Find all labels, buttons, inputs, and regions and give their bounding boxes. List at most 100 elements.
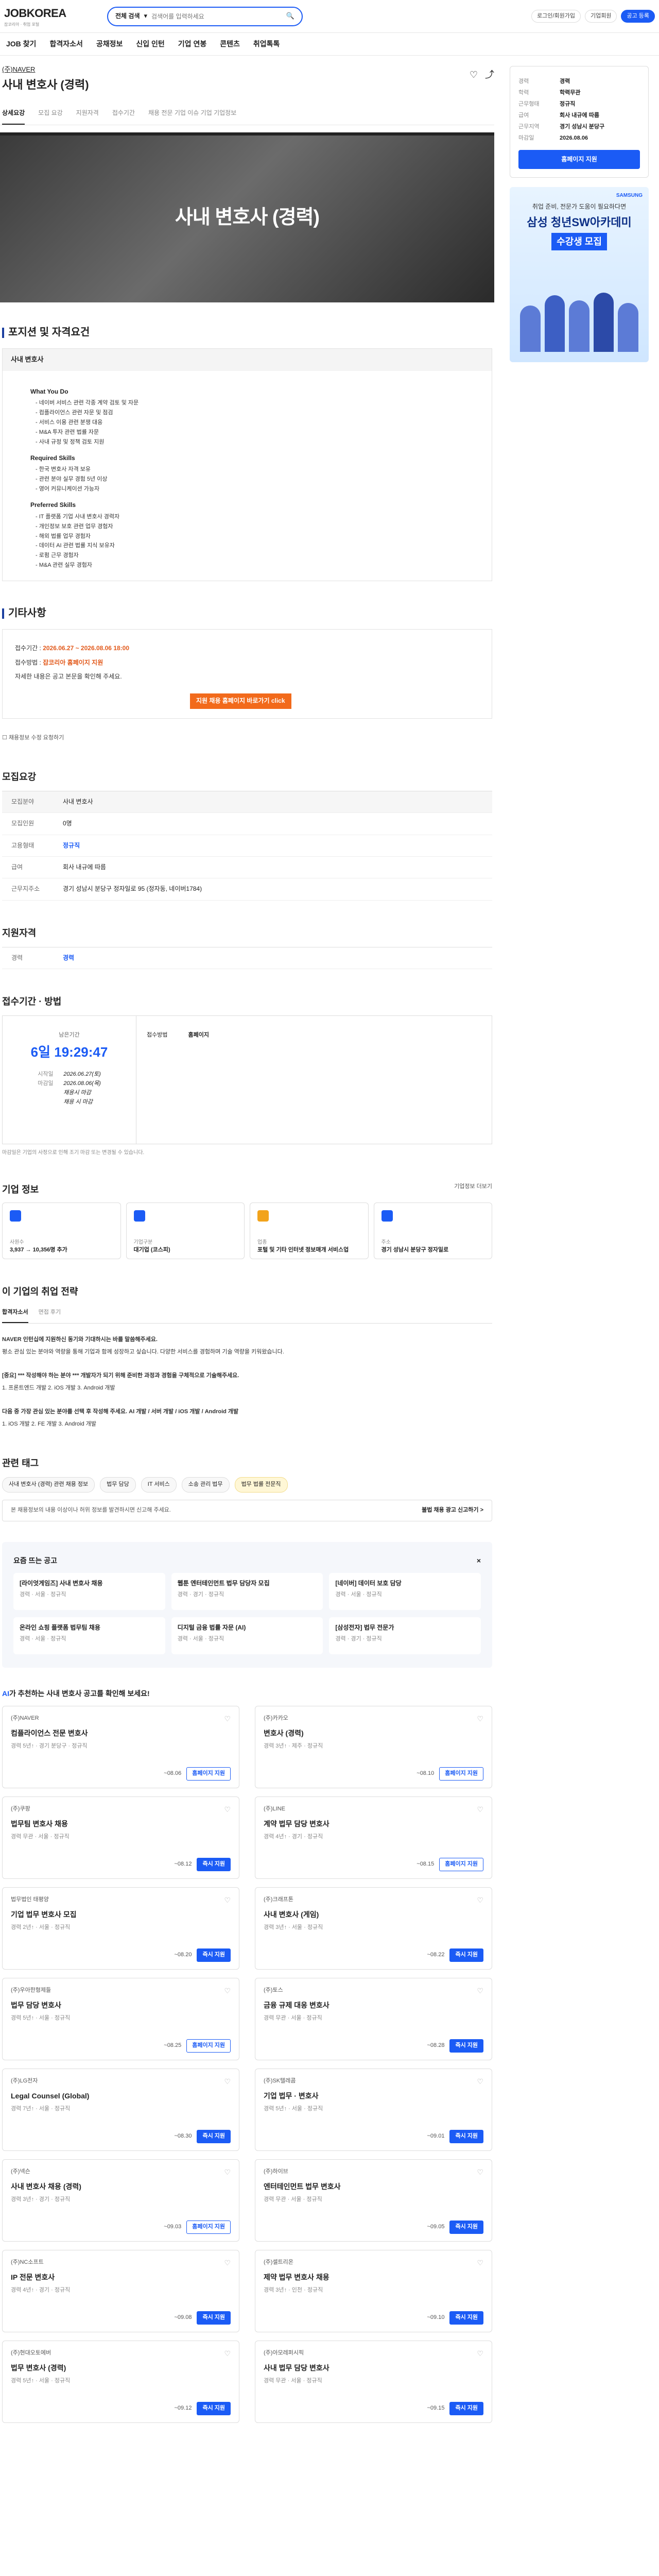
- enterprise-link[interactable]: 기업회원: [584, 9, 617, 23]
- heart-icon[interactable]: ♡: [224, 1804, 231, 1815]
- ad-banner[interactable]: SAMSUNG 취업 준비, 전문가 도움이 필요하다면 삼성 청년SW아카데미…: [510, 187, 649, 363]
- tab-company[interactable]: 채용 전문 기업 이슈 기업 기업정보: [148, 103, 236, 125]
- nav-item[interactable]: 신입 인턴: [136, 39, 164, 49]
- job-card[interactable]: ♡ (주)NAVER 컴플라이언스 전문 변호사 경력 5년↑ · 경기 분당구 · …: [2, 1706, 239, 1789]
- job-apply-button[interactable]: 즉시 지원: [197, 2130, 231, 2144]
- heart-icon[interactable]: ♡: [224, 1895, 231, 1905]
- tab-period[interactable]: 접수기간: [112, 103, 135, 125]
- tab-interview[interactable]: 면접 후기: [39, 1303, 61, 1323]
- company-more-link[interactable]: 기업정보 더보기: [454, 1183, 492, 1196]
- heart-icon[interactable]: ♡: [224, 2348, 231, 2359]
- search-scope-select[interactable]: 전체 검색: [115, 12, 140, 21]
- job-apply-button[interactable]: 홈페이지 지원: [186, 1767, 231, 1781]
- post-job-button[interactable]: 공고 등록: [621, 9, 655, 23]
- job-card[interactable]: ♡ (주)LG전자 Legal Counsel (Global) 경력 7년↑ · 서…: [2, 2069, 239, 2151]
- job-card[interactable]: ♡ (주)토스 금융 규제 대응 변호사 경력 무관 · 서울 · 정규직 ~08.28…: [255, 1978, 492, 2061]
- job-card[interactable]: ♡ (주)하이브 엔터테인먼트 법무 변호사 경력 무관 · 서울 · 정규직 ~09.…: [255, 2159, 492, 2242]
- job-apply-button[interactable]: 홈페이지 지원: [186, 2221, 231, 2234]
- apply-button[interactable]: 홈페이지 지원: [518, 149, 640, 170]
- summary-key: 급여: [518, 112, 529, 118]
- job-card[interactable]: ♡ (주)셀트리온 제약 법무 변호사 채용 경력 3년↑ · 인천 · 정규직 ~09…: [255, 2250, 492, 2333]
- job-apply-button[interactable]: 즉시 지원: [449, 2311, 483, 2325]
- tag-chip[interactable]: IT 서비스: [141, 1477, 177, 1493]
- nav-item[interactable]: 합격자소서: [49, 39, 82, 49]
- job-meta: 경력 2년↑ · 서울 · 정규직: [11, 1924, 71, 1931]
- nav-item[interactable]: JOB 찾기: [6, 39, 36, 49]
- subheading: Preferred Skills: [30, 501, 76, 509]
- job-card[interactable]: ♡ (주)쿠팡 법무팀 변호사 채용 경력 무관 · 서울 · 정규직 ~08.12 즉시…: [2, 1797, 239, 1879]
- nav-item[interactable]: 공채정보: [96, 39, 123, 49]
- tab-recruit[interactable]: 모집 요강: [38, 103, 63, 125]
- job-card[interactable]: ♡ 법무법인 태평양 기업 법무 변호사 모집 경력 2년↑ · 서울 · 정규직 ~0…: [2, 1887, 239, 1970]
- search-input[interactable]: [151, 12, 282, 20]
- job-card[interactable]: ♡ (주)현대오토에버 법무 변호사 (경력) 경력 5년↑ · 서울 · 정규직 ~0…: [2, 2341, 239, 2424]
- nav-item[interactable]: 기업 연봉: [178, 39, 206, 49]
- job-apply-button[interactable]: 즉시 지원: [197, 2311, 231, 2325]
- company-link[interactable]: (주)NAVER: [2, 65, 35, 73]
- popular-card[interactable]: 디지털 금융 법률 자문 (AI) 경력 · 서울 · 정규직: [171, 1617, 323, 1654]
- apply-homepage-button[interactable]: 지원 채용 홈페이지 바로가기 click: [190, 693, 291, 709]
- job-card[interactable]: ♡ (주)SK텔레콤 기업 법무 · 변호사 경력 5년↑ · 서울 · 정규직 ~09…: [255, 2069, 492, 2151]
- job-card[interactable]: ♡ (주)아모레퍼시픽 사내 법무 담당 변호사 경력 무관 · 서울 · 정규직 ~0…: [255, 2341, 492, 2424]
- tag-chip[interactable]: 법무 법률 전문직: [234, 1477, 288, 1493]
- nav-item[interactable]: 취업톡톡: [253, 39, 280, 49]
- tag-chip[interactable]: 법무 담당: [100, 1477, 136, 1493]
- heart-icon[interactable]: ♡: [477, 1986, 483, 1996]
- job-card[interactable]: ♡ (주)LINE 계약 법무 담당 변호사 경력 4년↑ · 경기 · 정규직 ~08…: [255, 1797, 492, 1879]
- heart-icon[interactable]: ♡: [224, 1986, 231, 1996]
- section-heading: 관련 태그: [2, 1458, 39, 1468]
- job-apply-button[interactable]: 즉시 지원: [449, 1948, 483, 1962]
- popular-card[interactable]: [삼성전자] 법무 전문가 경력 · 경기 · 정규직: [329, 1617, 481, 1654]
- heart-icon[interactable]: ♡: [470, 68, 478, 81]
- job-apply-button[interactable]: 홈페이지 지원: [439, 1767, 483, 1781]
- tab-detail[interactable]: 상세요강: [2, 103, 25, 125]
- heart-icon[interactable]: ♡: [477, 1714, 483, 1724]
- essay-question: [중요] *** 작성해야 하는 분야 *** 개발자가 되기 위해 준비한 과…: [2, 1372, 239, 1379]
- banner-badge: 수강생 모집: [551, 233, 607, 251]
- job-apply-button[interactable]: 즉시 지원: [449, 2130, 483, 2144]
- job-apply-button[interactable]: 홈페이지 지원: [186, 2039, 231, 2053]
- job-apply-button[interactable]: 즉시 지원: [197, 2402, 231, 2416]
- heart-icon[interactable]: ♡: [224, 1714, 231, 1724]
- popular-card[interactable]: 온라인 쇼핑 플랫폼 법무팀 채용 경력 · 서울 · 정규직: [13, 1617, 165, 1654]
- tab-essay[interactable]: 합격자소서: [2, 1303, 28, 1324]
- report-link[interactable]: 불법 채용 광고 신고하기 >: [422, 1506, 483, 1515]
- job-card[interactable]: ♡ (주)크래프톤 사내 변호사 (게임) 경력 3년↑ · 서울 · 정규직 ~08.…: [255, 1887, 492, 1970]
- close-icon[interactable]: ×: [477, 1555, 481, 1566]
- heart-icon[interactable]: ♡: [477, 2167, 483, 2177]
- job-company: 법무법인 태평양: [11, 1896, 49, 1903]
- login-link[interactable]: 로그인/회원가입: [531, 9, 581, 23]
- tag-chip[interactable]: 사내 변호사 (경력) 관련 채용 정보: [2, 1477, 95, 1493]
- job-apply-button[interactable]: 즉시 지원: [449, 2039, 483, 2053]
- job-apply-button[interactable]: 즉시 지원: [449, 2221, 483, 2234]
- job-apply-button[interactable]: 즉시 지원: [197, 1858, 231, 1872]
- job-card[interactable]: ♡ (주)카카오 변호사 (경력) 경력 3년↑ · 제주 · 정규직 ~08.10 홈페…: [255, 1706, 492, 1789]
- jobkorea-logo[interactable]: JOBKOREA 잡코리아 · 취업 포털: [4, 5, 97, 27]
- job-apply-button[interactable]: 즉시 지원: [449, 2402, 483, 2416]
- heart-icon[interactable]: ♡: [224, 2167, 231, 2177]
- popular-card[interactable]: [라이엇게임즈] 사내 변호사 채용 경력 · 서울 · 정규직: [13, 1572, 165, 1610]
- tag-chip[interactable]: 소송 관리 법무: [181, 1477, 230, 1493]
- job-card[interactable]: ♡ (주)우아한형제들 법무 담당 변호사 경력 5년↑ · 서울 · 정규직 ~08.…: [2, 1978, 239, 2061]
- heart-icon[interactable]: ♡: [224, 2076, 231, 2087]
- heart-icon[interactable]: ♡: [477, 2348, 483, 2359]
- people-icon: [10, 1210, 21, 1222]
- heart-icon[interactable]: ♡: [477, 2076, 483, 2087]
- tab-qualification[interactable]: 지원자격: [76, 103, 99, 125]
- share-icon[interactable]: ⤴: [485, 68, 494, 81]
- job-card[interactable]: ♡ (주)NC소프트 IP 전문 변호사 경력 4년↑ · 경기 · 정규직 ~09.0…: [2, 2250, 239, 2333]
- heart-icon[interactable]: ♡: [477, 2258, 483, 2268]
- checkbox-icon[interactable]: ☐: [2, 735, 7, 741]
- job-meta: 경력 무관 · 서울 · 정규직: [264, 2196, 322, 2203]
- job-apply-button[interactable]: 즉시 지원: [197, 1948, 231, 1962]
- popular-card[interactable]: [네이버] 데이터 보호 담당 경력 · 서울 · 정규직: [329, 1572, 481, 1610]
- job-apply-button[interactable]: 홈페이지 지원: [439, 1858, 483, 1872]
- job-card[interactable]: ♡ (주)넥슨 사내 변호사 채용 (경력) 경력 3년↑ · 경기 · 정규직 ~09…: [2, 2159, 239, 2242]
- nav-item[interactable]: 콘텐츠: [220, 39, 240, 49]
- heart-icon[interactable]: ♡: [224, 2258, 231, 2268]
- heart-icon[interactable]: ♡: [477, 1895, 483, 1905]
- report-edit-link[interactable]: 채용정보 수정 요청하기: [9, 735, 64, 741]
- search-icon[interactable]: 🔍: [286, 11, 294, 21]
- popular-card[interactable]: 웹툰 엔터테인먼트 법무 담당자 모집 경력 · 경기 · 정규직: [171, 1572, 323, 1610]
- heart-icon[interactable]: ♡: [477, 1804, 483, 1815]
